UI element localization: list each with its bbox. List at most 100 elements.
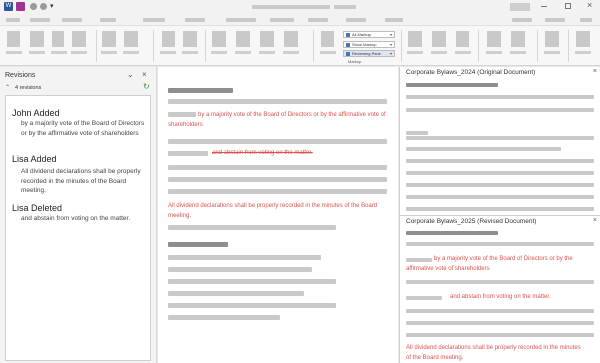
text-line	[406, 95, 594, 99]
revisions-panel-title: Revisions	[5, 72, 36, 79]
text-line	[168, 225, 336, 230]
ribbon-button[interactable]	[487, 31, 501, 47]
ribbon-label	[455, 51, 471, 54]
ribbon-label	[29, 51, 45, 54]
ribbon-label	[101, 51, 117, 54]
menu-insert[interactable]	[62, 18, 82, 22]
close-icon[interactable]: ×	[142, 70, 147, 79]
ribbon-button[interactable]	[236, 31, 250, 47]
show-markup-dropdown[interactable]: Show Markup ▾	[343, 41, 395, 48]
revision-author[interactable]: John Added	[12, 108, 60, 118]
reviewing-pane-icon	[346, 52, 350, 56]
revision-author[interactable]: Lisa Deleted	[12, 203, 62, 213]
chevron-down-icon: ▾	[389, 32, 392, 37]
display-for-review-dropdown[interactable]: All Markup ▾	[343, 31, 395, 38]
menu-ribbon-toggle[interactable]	[580, 18, 592, 22]
ribbon-separator	[153, 30, 154, 62]
refresh-icon[interactable]: ↻	[143, 82, 150, 91]
menu-file[interactable]	[6, 18, 20, 22]
original-document-pane[interactable]: Corporate Bylaws_2024 (Original Document…	[399, 67, 600, 215]
ribbon-label	[123, 51, 139, 54]
ribbon-label	[51, 51, 67, 54]
menu-share[interactable]	[512, 18, 532, 22]
ribbon-separator	[478, 30, 479, 62]
save-icon[interactable]	[16, 2, 25, 11]
original-pane-title: Corporate Bylaws_2024 (Original Document…	[406, 69, 536, 76]
ribbon-button[interactable]	[72, 31, 86, 47]
undo-icon[interactable]	[30, 3, 37, 10]
revisions-panel: Revisions ⌄ × ⌃ 4 revisions ↻ John Added…	[0, 67, 157, 363]
revision-author[interactable]: Lisa Added	[12, 154, 57, 164]
ribbon-separator	[96, 30, 97, 62]
text-line	[168, 139, 387, 144]
menu-references[interactable]	[226, 18, 256, 22]
ribbon-button[interactable]	[321, 31, 334, 47]
ribbon-button[interactable]	[545, 31, 559, 47]
reviewing-pane-dropdown[interactable]: Reviewing Pane ▾	[343, 50, 395, 57]
word-app-icon[interactable]: W	[4, 2, 13, 11]
chevron-down-icon[interactable]: ⌄	[127, 70, 134, 79]
document-page[interactable]: by a majority vote of the Board of Direc…	[158, 67, 398, 363]
ribbon-button[interactable]	[183, 31, 197, 47]
ribbon-label	[182, 51, 198, 54]
ribbon-button[interactable]	[7, 31, 20, 47]
ribbon-button[interactable]	[456, 31, 469, 47]
menu-comments[interactable]	[545, 18, 565, 22]
text-line	[406, 171, 594, 175]
ribbon-button[interactable]	[408, 31, 422, 47]
menu-draw[interactable]	[100, 18, 116, 22]
ribbon-button[interactable]	[212, 31, 226, 47]
heading-placeholder	[406, 83, 498, 87]
ribbon-label	[320, 51, 336, 54]
menu-home[interactable]	[30, 18, 50, 22]
text-line	[406, 159, 594, 163]
window-title-detail	[334, 5, 356, 9]
text-line	[168, 165, 387, 170]
minimize-icon[interactable]	[541, 6, 547, 7]
revision-text[interactable]: and abstain from voting on the matter.	[21, 214, 149, 224]
chevron-up-icon[interactable]: ⌃	[5, 84, 10, 91]
text-line	[406, 183, 594, 187]
text-line	[168, 177, 387, 182]
menu-mailings[interactable]	[270, 18, 294, 22]
menu-view[interactable]	[346, 18, 366, 22]
chevron-down-icon: ▾	[389, 42, 392, 47]
ribbon-button[interactable]	[260, 31, 274, 47]
ribbon-button[interactable]	[511, 31, 525, 47]
markup-icon	[346, 33, 350, 37]
deleted-text-lisa[interactable]: and abstain from voting on the matter.	[212, 149, 382, 159]
revision-text[interactable]: All dividend declarations shall be prope…	[21, 167, 149, 196]
close-icon[interactable]: ×	[593, 217, 597, 224]
text-line	[406, 242, 594, 246]
ribbon-button[interactable]	[52, 31, 64, 47]
ribbon-button[interactable]	[162, 31, 175, 47]
ribbon-button[interactable]	[30, 31, 44, 47]
customize-icon[interactable]: ▾	[50, 2, 54, 10]
close-icon[interactable]: ×	[593, 68, 597, 75]
window-title	[252, 5, 330, 9]
menu-bar	[0, 13, 600, 26]
ribbon-button[interactable]	[576, 31, 590, 47]
revision-text[interactable]: by a majority vote of the Board of Direc…	[21, 119, 149, 138]
ribbon-button[interactable]	[432, 31, 446, 47]
inserted-text-lisa[interactable]: All dividend declarations shall be prope…	[168, 202, 386, 221]
inserted-text-john[interactable]: by a majority vote of the Board of Direc…	[168, 111, 386, 130]
ribbon-button[interactable]	[124, 31, 138, 47]
ribbon-label	[431, 51, 447, 54]
redo-icon[interactable]	[40, 3, 47, 10]
menu-design[interactable]	[143, 18, 165, 22]
text-line	[406, 108, 594, 112]
text-line	[406, 296, 442, 300]
ribbon-label	[486, 51, 502, 54]
revised-document-pane[interactable]: Corporate Bylaws_2025 (Revised Document)…	[399, 215, 600, 363]
ribbon-button[interactable]	[284, 31, 298, 47]
menu-help[interactable]	[385, 18, 403, 22]
account-area[interactable]	[510, 3, 530, 11]
close-icon[interactable]: ×	[587, 0, 592, 10]
text-line	[168, 303, 336, 308]
maximize-icon[interactable]	[565, 3, 571, 9]
menu-layout[interactable]	[185, 18, 205, 22]
menu-review[interactable]	[308, 18, 328, 22]
text-line	[168, 315, 280, 320]
ribbon-button[interactable]	[102, 31, 116, 47]
